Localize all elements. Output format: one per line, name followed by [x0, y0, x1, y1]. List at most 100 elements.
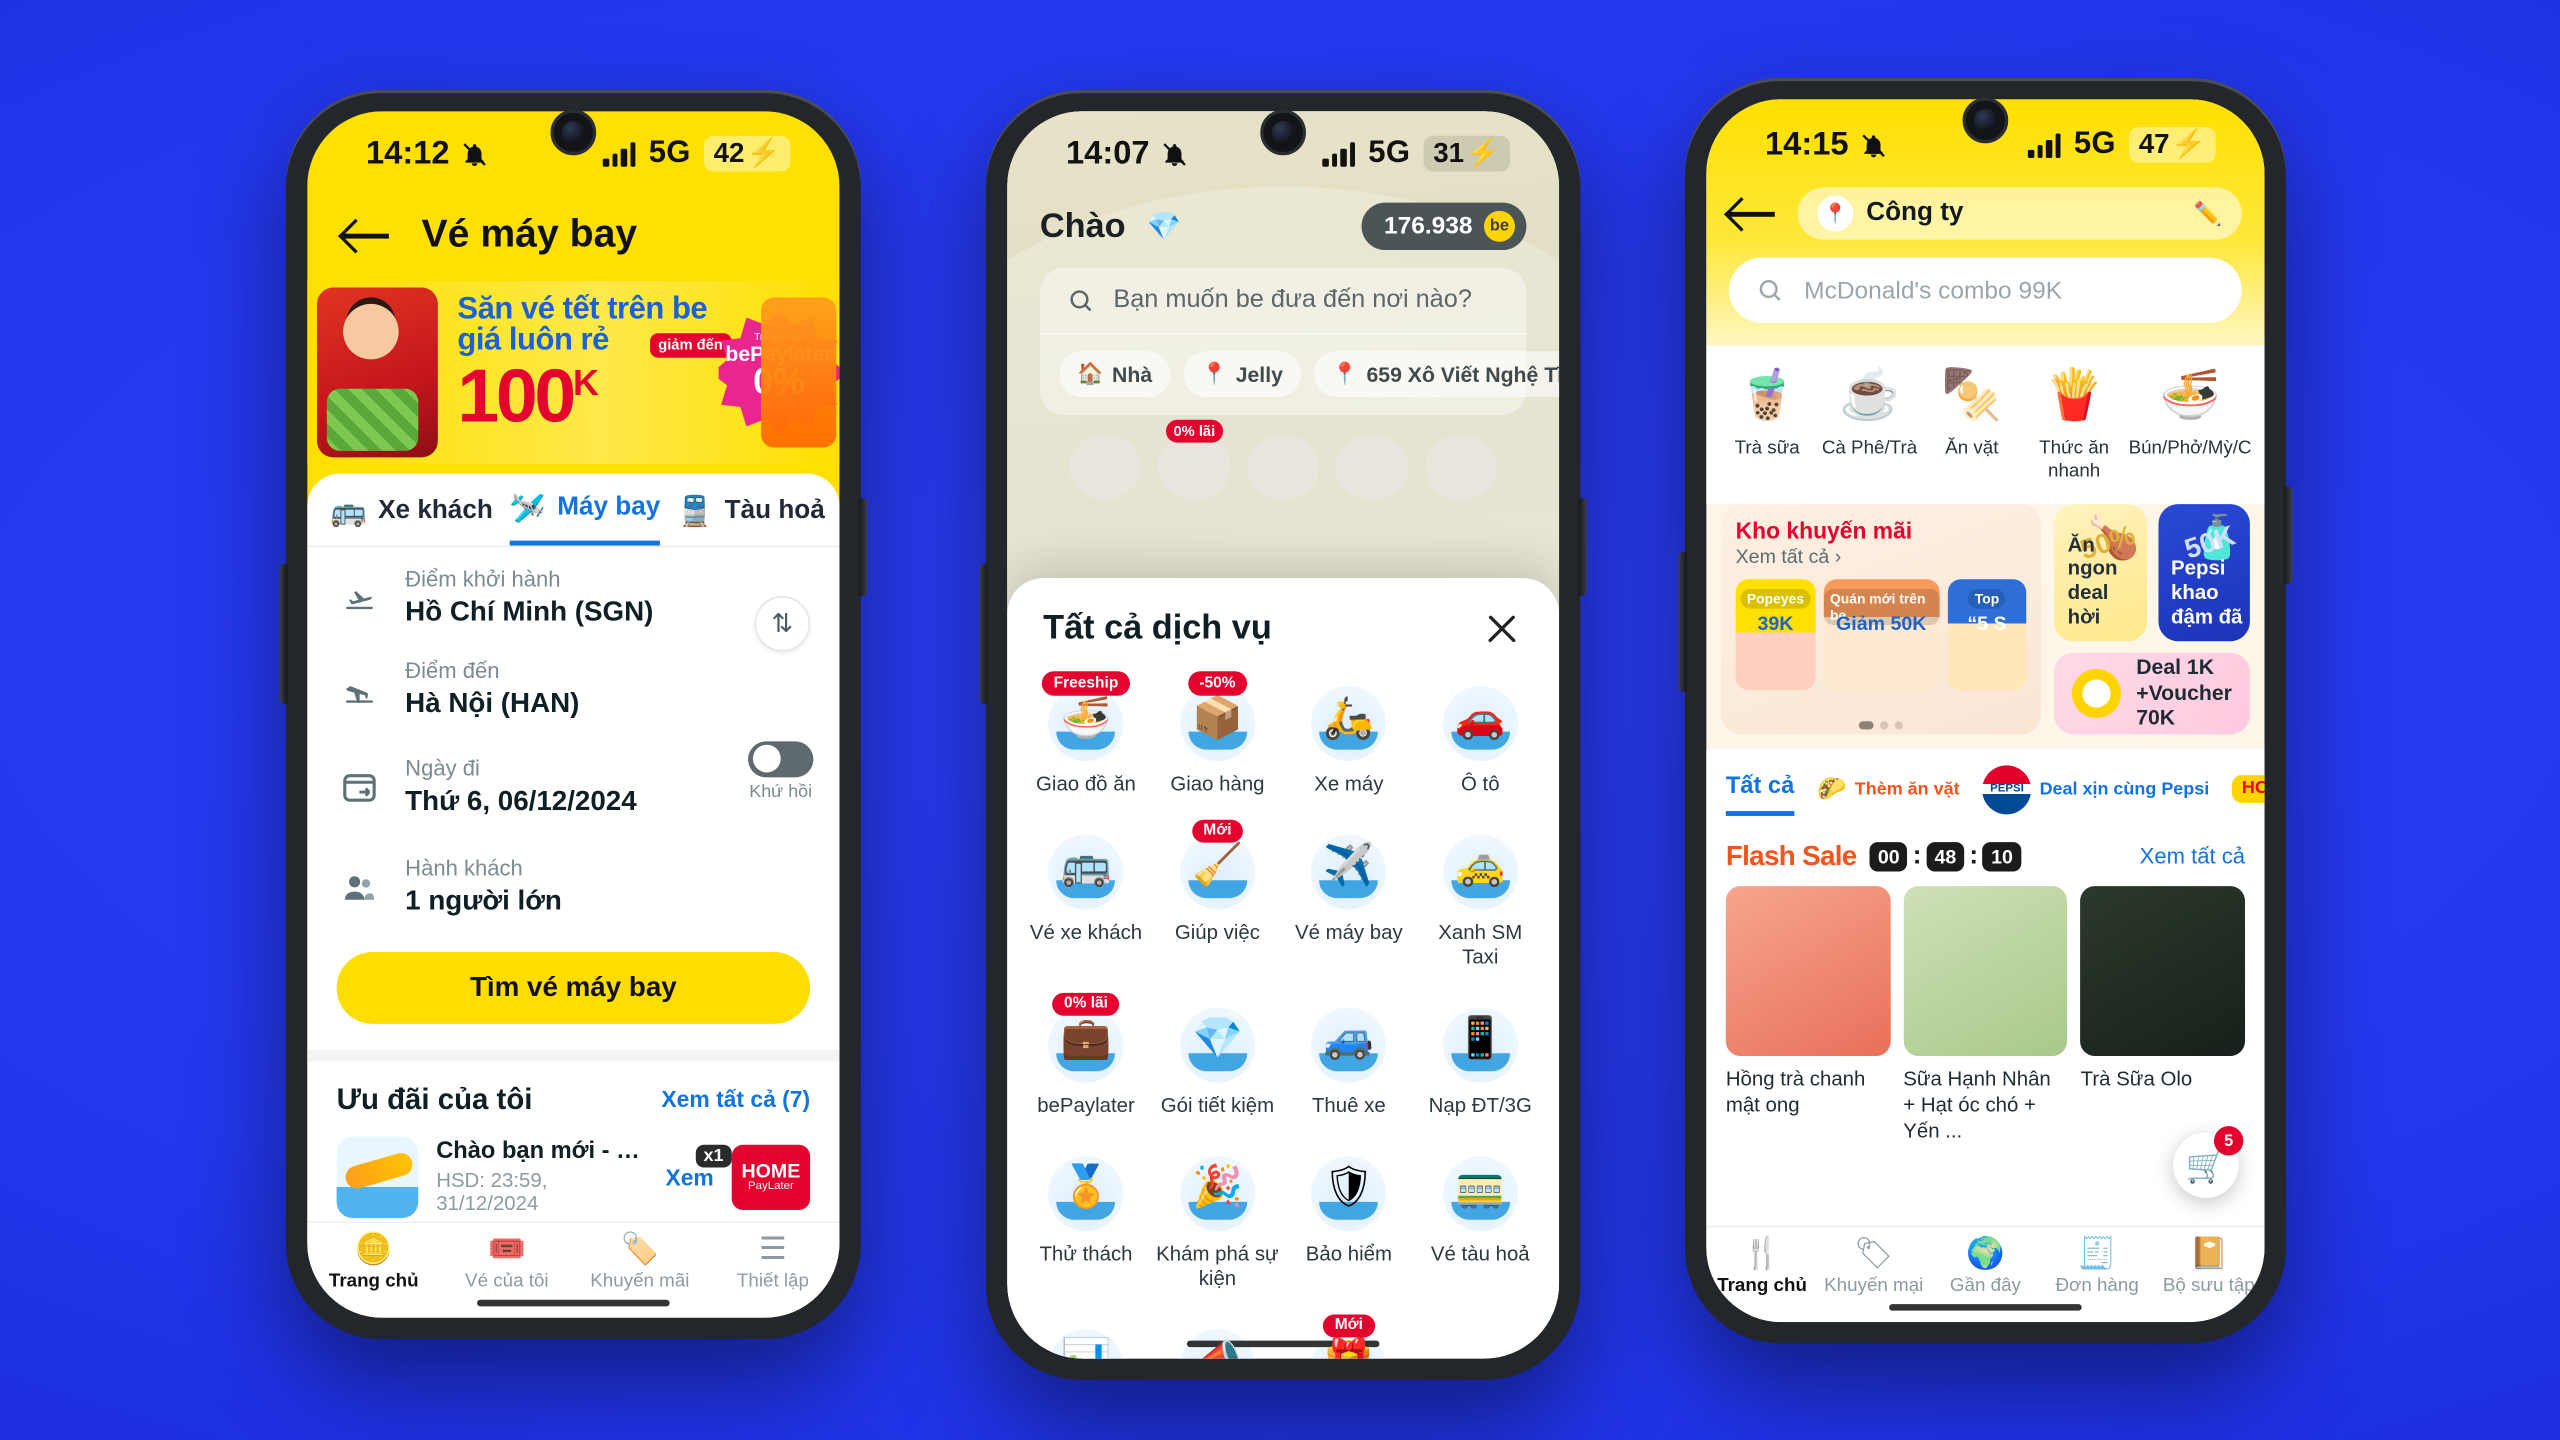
offers-see-all-link[interactable]: Xem tất cả (7)	[661, 1086, 810, 1112]
promo-box-pepsi[interactable]: 🧴 50K Pepsi khao đậm đã	[2157, 503, 2250, 641]
calendar-icon	[336, 768, 382, 807]
service-item[interactable]: -50% 📦 Giao hàng	[1152, 671, 1283, 808]
close-icon[interactable]	[1481, 607, 1523, 649]
tabbar-item[interactable]: 🏷 Khuyến mại	[1818, 1239, 1930, 1296]
banner-discount-pill: giảm đến	[649, 333, 731, 359]
offer-view-button[interactable]: Xem	[665, 1164, 713, 1190]
chip-home[interactable]: 🏠 Nhà	[1059, 351, 1171, 397]
tab-tat-ca[interactable]: Tất cả	[1725, 774, 1795, 817]
promo-store-cards: Popeyes 39K Quán mới trên be Giảm 50K To…	[1735, 578, 2027, 690]
service-item[interactable]: 🛵 Xe máy	[1283, 676, 1414, 808]
back-arrow-icon[interactable]	[342, 217, 392, 253]
destination-field[interactable]: Điểm đến Hà Nội (HAN)	[307, 639, 839, 731]
tabbar-item-khuyen-mai[interactable]: 🏷️ Khuyến mãi	[573, 1234, 706, 1291]
chip-address[interactable]: 📍 659 Xô Viết Nghệ Tĩnh	[1314, 351, 1560, 397]
service-item[interactable]: 🛡 Bảo hiểm	[1283, 1145, 1414, 1302]
quick-service-5[interactable]	[1424, 434, 1498, 500]
tabbar-icon: 🌍	[1965, 1237, 2005, 1272]
tabbar-item[interactable]: 🌍 Gần đây	[1929, 1239, 2041, 1296]
tab-may-bay[interactable]: 🛩️ Máy bay	[508, 493, 660, 546]
service-item[interactable]: 💎 Gói tiết kiệm	[1152, 997, 1283, 1129]
page-header: Vé máy bay	[307, 196, 839, 281]
service-icon: 🛡	[1311, 1155, 1387, 1231]
chip-jelly[interactable]: 📍 Jelly	[1183, 351, 1301, 397]
promo-store-see-all[interactable]: Xem tất cả ›	[1736, 545, 2027, 568]
tab-deal-pepsi[interactable]: PEPSI Deal xịn cùng Pepsi	[1982, 765, 2209, 825]
product-card[interactable]: Sữa Hạnh Nhân + Hạt óc chó + Yến ...	[1903, 885, 2068, 1226]
service-item[interactable]: 🚌 Vé xe khách	[1020, 824, 1151, 981]
quick-service-3[interactable]	[1247, 434, 1320, 500]
cart-button[interactable]: 🛒 5	[2173, 1126, 2244, 1199]
destination-search-input[interactable]: Bạn muốn be đưa đến nơi nào?	[1039, 286, 1527, 335]
service-item[interactable]: Mới🎁Quà tặng	[1283, 1313, 1414, 1359]
banner-model-image	[316, 287, 438, 458]
coin-balance-button[interactable]: 176.938 be	[1361, 202, 1527, 250]
tab-hot-deal[interactable]: HOT DEAL	[2231, 775, 2265, 815]
category-item[interactable]: ☕ Cà Phê/Trà	[1821, 362, 1917, 484]
service-item[interactable]: 🚗 Ô tô	[1415, 676, 1546, 808]
tabbar-item-thiet-lap[interactable]: ☰ Thiết lập	[706, 1234, 839, 1291]
tab-them-an-vat[interactable]: 🌮 Thèm ăn vặt	[1817, 776, 1959, 815]
countdown-hours: 00	[1869, 841, 1908, 872]
offers-title: Ưu đãi của tôi	[336, 1082, 533, 1115]
promo-card-top[interactable]: Top “5 S	[1947, 578, 2027, 690]
promo-box-an-ngon[interactable]: 🍗 50% Ăn ngon deal hời	[2054, 503, 2147, 641]
pencil-icon[interactable]: ✏️	[2194, 200, 2222, 228]
banner-amount-unit: K	[572, 361, 599, 403]
category-item[interactable]: 🍜 Bún/Phở/Mỳ/C	[2128, 362, 2251, 484]
product-card[interactable]: Hồng trà chanh mật ong	[1725, 885, 1891, 1226]
back-arrow-icon[interactable]	[1728, 196, 1778, 232]
pepsi-logo-icon: PEPSI	[1982, 765, 2032, 815]
tabbar-item[interactable]: 🍴 Trang chủ	[1706, 1239, 1818, 1296]
tab-xe-khach[interactable]: 🚌 Xe khách	[330, 493, 493, 545]
tabbar-item-trang-chu[interactable]: 🪙 Trang chủ	[307, 1234, 440, 1291]
service-item[interactable]: 0% lãi 💼 bePaylater	[1020, 992, 1151, 1129]
bell-off-icon	[1161, 140, 1189, 168]
greeting-text: Chào	[1039, 206, 1126, 245]
phone-device-1: 14:12 5G 42 ⚡ Vé máy bay Săn vé tết trên…	[279, 89, 867, 1339]
deal-1k-banner[interactable]: Deal 1K +Voucher 70K	[2054, 652, 2250, 735]
service-item[interactable]: 🚃 Vé tàu hoả	[1415, 1145, 1546, 1302]
promo-store-card[interactable]: Kho khuyến mãi Xem tất cả › Popeyes 39K …	[1720, 503, 2042, 735]
location-selector[interactable]: 📍 Công ty ✏️	[1797, 187, 2242, 240]
roundtrip-toggle-group[interactable]: Khứ hồi	[747, 741, 814, 802]
tabbar-item-ve-cua-toi[interactable]: 🎟️ Vé của tôi	[440, 1234, 573, 1291]
date-field[interactable]: Ngày đi Thứ 6, 06/12/2024 Khứ hồi	[307, 731, 839, 828]
promo-card-new-shops[interactable]: Quán mới trên be Giảm 50K	[1823, 578, 1939, 690]
tabbar-label: Thiết lập	[736, 1271, 809, 1292]
tab-tau-hoa[interactable]: 🚆 Tàu hoả	[676, 493, 824, 545]
promo-banner[interactable]: Săn vé tết trên be giá luôn rẻ 100K giảm…	[306, 280, 840, 464]
service-glyph: 💎	[1192, 1016, 1243, 1062]
service-item[interactable]: Mới 🧹 Giúp việc	[1152, 818, 1283, 981]
search-flights-button[interactable]: Tìm vé máy bay	[336, 951, 810, 1024]
service-item[interactable]: 📱 Nạp ĐT/3G	[1415, 997, 1546, 1129]
service-item[interactable]: Freeship 🍜 Giao đồ ăn	[1020, 671, 1151, 808]
service-icon: -50% 📦	[1179, 671, 1256, 761]
service-item[interactable]: 🚙 Thuê xe	[1283, 997, 1414, 1129]
quick-service-4[interactable]	[1335, 434, 1409, 500]
quick-service-2[interactable]: 0% lãi	[1158, 419, 1231, 500]
service-item[interactable]: 📣Giới thiệu	[1152, 1319, 1283, 1359]
tabbar-item[interactable]: 🧾 Đơn hàng	[2041, 1239, 2153, 1296]
tabbar-item[interactable]: 📔 Bộ sưu tập	[2153, 1239, 2265, 1296]
service-item[interactable]: 🏅 Thử thách	[1020, 1145, 1151, 1302]
service-item[interactable]: 🚕 Xanh SM Taxi	[1415, 824, 1546, 981]
offer-item[interactable]: Chào bạn mới - Giảm ... HSD: 23:59, 31/1…	[336, 1136, 810, 1218]
content-tabs: Tất cả 🌮 Thèm ăn vặt PEPSI Deal xịn cùng…	[1706, 748, 2265, 826]
quick-service-1[interactable]	[1069, 434, 1142, 500]
service-item[interactable]: 🎉 Khám phá sự kiện	[1152, 1145, 1283, 1302]
flash-see-all-link[interactable]: Xem tất cả	[2140, 844, 2245, 868]
passenger-field[interactable]: Hành khách 1 người lớn	[307, 828, 839, 928]
swap-locations-button[interactable]: ⇅	[754, 595, 810, 652]
category-item[interactable]: 🍟 Thức ăn nhanh	[2026, 362, 2122, 484]
service-item[interactable]: 📊Quản lý chi tiêu	[1020, 1319, 1151, 1359]
category-item[interactable]: 🧋 Trà sữa	[1719, 362, 1815, 484]
food-search-input[interactable]: McDonald's combo 99K	[1728, 257, 2242, 324]
category-item[interactable]: 🍢 Ăn vặt	[1924, 362, 2020, 484]
gem-icon: 💎	[1146, 209, 1182, 241]
category-icon: 🍜	[2159, 368, 2221, 423]
service-item[interactable]: ✈️ Vé máy bay	[1283, 824, 1414, 981]
be-coin-icon: be	[1484, 210, 1516, 242]
roundtrip-toggle[interactable]	[747, 741, 814, 778]
promo-card-popeyes[interactable]: Popeyes 39K	[1735, 578, 1816, 690]
